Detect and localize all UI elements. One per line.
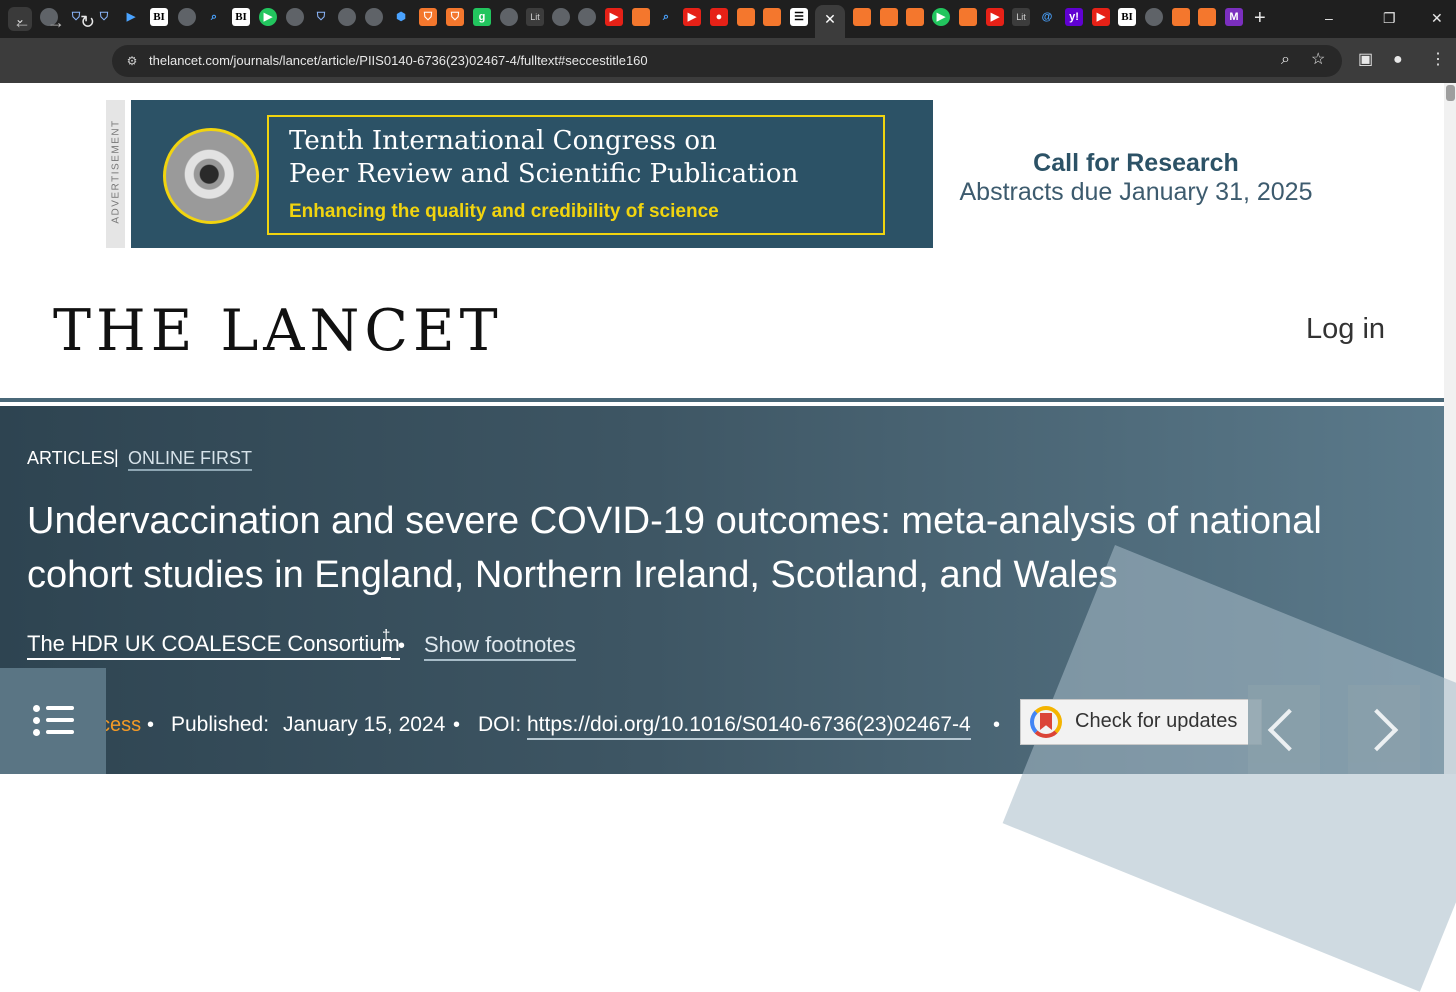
tab-bookmark-icon[interactable] [959,8,977,26]
scrollbar-thumb[interactable] [1446,85,1455,101]
tab-bi-icon[interactable]: BI [150,8,168,26]
tab-bookmark-icon[interactable] [1172,8,1190,26]
tab-yahoo-icon[interactable]: y! [1065,8,1083,26]
tab-globe-icon[interactable] [286,8,304,26]
tab-youtube-icon[interactable]: ▶ [683,8,701,26]
active-tab-close-button[interactable]: ✕ [815,5,845,38]
tab-flag-icon[interactable]: ▶ [122,8,140,26]
separator-dot: • [147,714,155,736]
separator-dot: • [398,635,406,657]
tab-bookmark-icon[interactable] [906,8,924,26]
tab-play-icon[interactable]: ▶ [932,8,950,26]
tab-bookmark-icon[interactable] [737,8,755,26]
tab-shield-icon[interactable]: ⛉ [312,8,330,26]
author-footnote-marker[interactable]: † [382,627,390,645]
next-article-button[interactable] [1348,685,1420,774]
back-icon[interactable]: ← [13,12,31,32]
lancet-logo[interactable]: THE LANCET [53,296,503,366]
chevron-left-icon [1267,708,1311,752]
close-window-icon[interactable]: ✕ [1431,10,1443,26]
tab-search-site-icon[interactable]: ⌕ [205,8,223,26]
author-link[interactable]: The HDR UK COALESCE Consortium [27,630,400,660]
tab-podcast-icon[interactable]: ● [710,8,728,26]
ad-tagline: Enhancing the quality and credibility of… [289,201,719,222]
tab-youtube-icon[interactable]: ▶ [1092,8,1110,26]
tab-globe-icon[interactable] [178,8,196,26]
header-divider [0,398,1444,402]
site-info-icon[interactable]: ⚙ [124,53,140,69]
tab-play-icon[interactable]: ▶ [259,8,277,26]
published-label: Published: [171,713,270,736]
tab-page-icon[interactable]: ☰ [790,8,808,26]
previous-article-button[interactable] [1248,685,1320,774]
separator-dot: • [993,714,1001,736]
tab-globe-icon[interactable] [500,8,518,26]
tab-bookmark-icon[interactable] [880,8,898,26]
page-scrollbar[interactable] [1444,83,1456,774]
bookmark-star-icon[interactable]: ☆ [1311,51,1325,69]
ad-title-line-1: Tenth International Congress on [289,126,717,156]
tab-globe-icon[interactable] [365,8,383,26]
published-date: January 15, 2024 [283,713,446,736]
online-first-link[interactable]: ONLINE FIRST [128,447,253,471]
advertisement-label-text: ADVERTISEMENT [110,119,122,224]
ad-title-line-2: Peer Review and Scientific Publication [289,159,799,189]
minimize-icon[interactable]: – [1325,10,1333,26]
kebab-menu-icon[interactable]: ⋮ [1430,51,1446,69]
reload-icon[interactable]: ↻ [80,12,95,32]
show-footnotes-link[interactable]: Show footnotes [424,631,576,661]
doi-link[interactable]: https://doi.org/10.1016/S0140-6736(23)02… [527,712,971,740]
tab-lit-icon[interactable]: Lit [1012,8,1030,26]
tab-bookmark-icon[interactable] [1198,8,1216,26]
tab-bi-icon[interactable]: BI [232,8,250,26]
tab-globe-icon[interactable] [1145,8,1163,26]
tab-shield-orange-icon[interactable]: ⛉ [419,8,437,26]
tab-shield-icon[interactable]: ⛉ [95,8,113,26]
eye-illustration [163,128,259,224]
advertisement-label: ADVERTISEMENT [106,100,125,248]
footnote-marker-underline [381,657,391,659]
side-panel-icon[interactable]: ▣ [1358,51,1373,69]
forward-icon[interactable]: → [47,12,65,32]
tab-mail-icon[interactable]: M [1225,8,1243,26]
new-tab-button[interactable]: + [1254,8,1266,28]
table-of-contents-button[interactable] [0,668,106,774]
kicker-separator: | [114,447,119,467]
url-text[interactable]: thelancet.com/journals/lancet/article/PI… [149,53,648,69]
login-link[interactable]: Log in [1306,310,1385,348]
tab-lit-icon[interactable]: Lit [526,8,544,26]
article-title: Undervaccination and severe COVID-19 out… [27,500,1322,596]
ad-deadline: Abstracts due January 31, 2025 [959,178,1313,206]
tab-shield-orange-icon[interactable]: ⛉ [446,8,464,26]
tab-youtube-icon[interactable]: ▶ [986,8,1004,26]
article-type[interactable]: ARTICLES [27,447,115,469]
access-label[interactable]: cess [100,712,141,738]
ad-call-for-research: Call for Research [1033,149,1239,177]
tab-globe-icon[interactable] [578,8,596,26]
zoom-icon[interactable]: ⌕ [1281,51,1290,69]
separator-dot: • [453,714,461,736]
chevron-right-icon [1355,708,1399,752]
tab-bi-icon[interactable]: BI [1118,8,1136,26]
profile-icon[interactable]: ● [1393,51,1403,69]
tab-globe-icon[interactable] [338,8,356,26]
tab-at-icon[interactable]: @ [1038,8,1056,26]
tab-cube-icon[interactable]: ⬢ [392,8,410,26]
list-icon [33,705,40,712]
tab-youtube-icon[interactable]: ▶ [605,8,623,26]
doi-label: DOI: [478,713,522,736]
tab-g-icon[interactable]: g [473,8,491,26]
restore-icon[interactable]: ❐ [1383,10,1396,26]
tab-bookmark-icon[interactable] [853,8,871,26]
tab-bookmark-icon[interactable] [632,8,650,26]
tab-bookmark-icon[interactable] [763,8,781,26]
check-for-updates-label: Check for updates [1075,710,1238,732]
tab-globe-icon[interactable] [552,8,570,26]
tab-search-site-icon[interactable]: ⌕ [657,8,675,26]
